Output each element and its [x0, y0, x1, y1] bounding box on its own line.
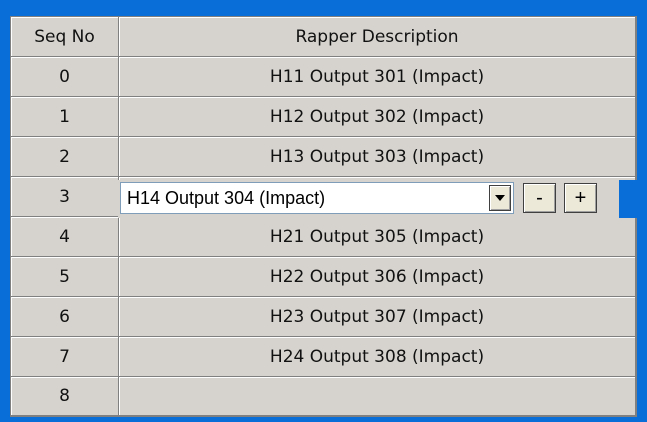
description-cell[interactable]: H13 Output 303 (Impact): [119, 137, 636, 177]
description-cell[interactable]: H22 Output 306 (Impact): [119, 257, 636, 297]
dropdown-button[interactable]: [489, 185, 511, 211]
description-cell[interactable]: [119, 377, 636, 416]
header-seq-no[interactable]: Seq No: [11, 17, 119, 57]
seq-cell[interactable]: 7: [11, 337, 119, 377]
seq-cell[interactable]: 1: [11, 97, 119, 137]
seq-cell[interactable]: 8: [11, 377, 119, 416]
row-editor: H14 Output 304 (Impact) - +: [118, 180, 637, 218]
rapper-description-select[interactable]: H14 Output 304 (Impact): [120, 182, 514, 214]
seq-cell[interactable]: 4: [11, 217, 119, 257]
header-rapper-description[interactable]: Rapper Description: [119, 17, 636, 57]
selection-marker: [619, 180, 637, 218]
description-cell[interactable]: H23 Output 307 (Impact): [119, 297, 636, 337]
decrement-button[interactable]: -: [523, 183, 556, 213]
increment-button[interactable]: +: [564, 183, 597, 213]
description-cell[interactable]: H12 Output 302 (Impact): [119, 97, 636, 137]
description-cell[interactable]: H21 Output 305 (Impact): [119, 217, 636, 257]
seq-cell[interactable]: 2: [11, 137, 119, 177]
seq-cell[interactable]: 5: [11, 257, 119, 297]
seq-cell[interactable]: 6: [11, 297, 119, 337]
chevron-down-icon: [495, 195, 505, 201]
seq-cell[interactable]: 0: [11, 57, 119, 97]
seq-cell[interactable]: 3: [11, 177, 119, 217]
description-cell[interactable]: H24 Output 308 (Impact): [119, 337, 636, 377]
description-cell[interactable]: H11 Output 301 (Impact): [119, 57, 636, 97]
selected-value: H14 Output 304 (Impact): [127, 188, 326, 208]
